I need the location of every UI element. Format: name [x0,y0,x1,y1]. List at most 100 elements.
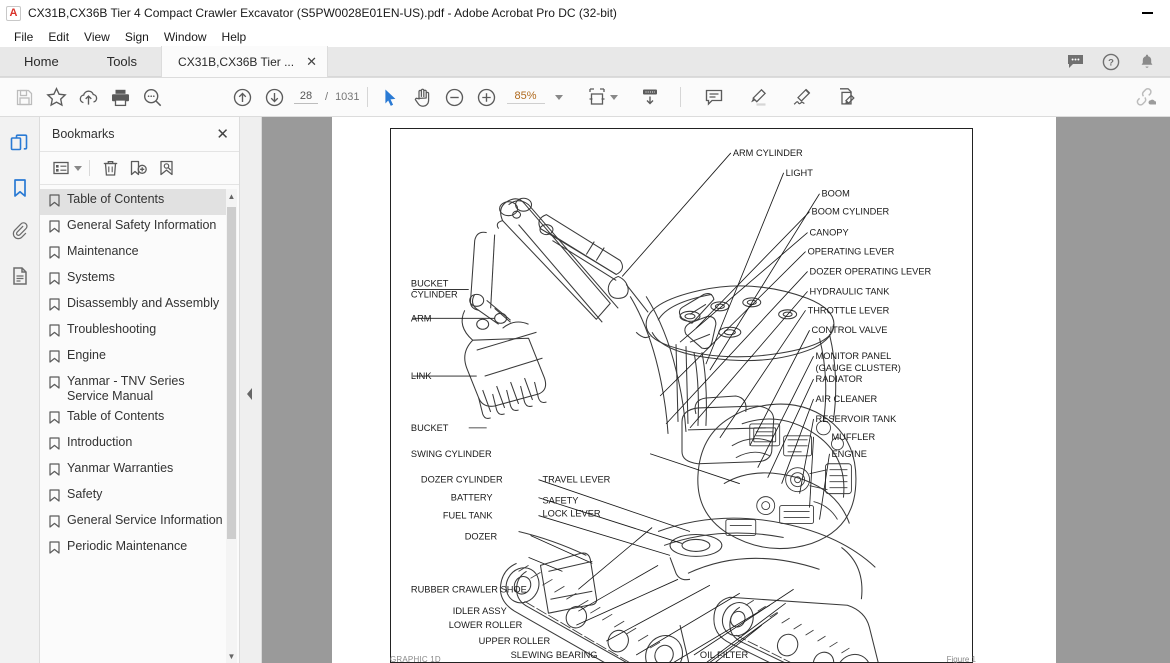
page-navigation: 28 / 1031 [294,90,360,104]
scrollbar-thumb[interactable] [227,207,236,539]
tab-document[interactable]: CX31B,CX36B Tier ... ✕ [161,46,329,77]
bookmark-item[interactable]: Maintenance [40,241,227,267]
figure-frame: ARM CYLINDER LIGHT BOOM BOOM CYLINDER CANOPY… [390,128,973,663]
diagram-callout-label: DOZER CYLINDER [421,475,503,485]
zoom-level-value[interactable]: 85% [506,90,545,104]
bookmark-item[interactable]: Table of Contents [40,189,227,215]
fill-and-sign-icon[interactable] [830,81,862,113]
add-comment-icon[interactable] [698,81,730,113]
bookmark-label: Systems [67,270,115,284]
diagram-callout-label: CANOPY [810,228,849,238]
previous-page-icon[interactable] [226,81,258,113]
diagram-callout-label: SWING CYLINDER [411,449,492,459]
bookmark-item[interactable]: General Safety Information [40,215,227,241]
document-viewer[interactable]: ARM CYLINDER LIGHT BOOM BOOM CYLINDER CANOPY… [240,117,1170,663]
chevron-down-icon[interactable] [554,94,563,100]
edit-bookmark-icon[interactable] [153,155,179,181]
upload-cloud-icon[interactable] [72,81,104,113]
document-tab-label: CX31B,CX36B Tier ... [178,54,295,69]
bookmark-item[interactable]: Troubleshooting [40,319,227,345]
star-icon[interactable] [40,81,72,113]
scroll-mode-icon[interactable] [634,81,666,113]
menu-file[interactable]: File [7,29,41,45]
close-icon[interactable]: ✕ [306,55,317,68]
bookmarks-list: Table of Contents General Safety Informat… [40,185,239,663]
diagram-callout-label: BUCKET [411,423,449,433]
help-question-icon[interactable]: ? [1100,51,1122,73]
bookmark-label: General Service Information [67,513,223,527]
search-icon[interactable] [136,81,168,113]
bookmark-icon [49,220,60,238]
sign-icon[interactable] [786,81,818,113]
diagram-callout-label: LOWER ROLLER [449,620,523,630]
delete-bookmark-icon[interactable] [97,155,123,181]
bookmark-item[interactable]: Safety [40,484,227,510]
page-thumbnails-icon[interactable] [7,131,33,157]
bookmark-item[interactable]: General Service Information [40,510,227,536]
select-cursor-icon[interactable] [375,81,407,113]
diagram-callout-label: SLEWING BEARING [511,650,598,660]
comment-bubble-icon[interactable] [1064,51,1086,73]
bookmark-icon [49,376,60,394]
fit-page-chevron-icon[interactable] [609,94,618,100]
zoom-out-icon[interactable] [439,81,471,113]
menu-window[interactable]: Window [157,29,215,45]
diagram-callout-label: RESERVOIR TANK [816,414,898,424]
tab-tools[interactable]: Tools [83,46,161,77]
chevron-down-icon[interactable] [74,165,82,171]
acrobat-window: A CX31B,CX36B Tier 4 Compact Crawler Exc… [0,0,1170,663]
page-number-input[interactable]: 28 [294,90,318,104]
tab-strip-actions: ? [1064,46,1170,77]
bookmark-item[interactable]: Engine [40,345,227,371]
bookmark-item[interactable]: Introduction [40,432,227,458]
bookmark-item[interactable]: Systems [40,267,227,293]
bookmark-label: Yanmar - TNV Series Service Manual [67,374,185,403]
diagram-callout-label: MUFFLER [831,432,875,442]
hand-tool-icon[interactable] [407,81,439,113]
menu-edit[interactable]: Edit [41,29,77,45]
diagram-callout-label: ARM CYLINDER [733,148,803,158]
scroll-down-icon[interactable]: ▼ [226,649,237,663]
bookmark-item[interactable]: Yanmar - TNV Series Service Manual [40,371,227,406]
save-icon[interactable] [8,81,40,113]
bookmarks-header: Bookmarks ✕ [40,117,239,151]
new-bookmark-icon[interactable] [125,155,151,181]
bookmarks-icon[interactable] [7,175,33,201]
bookmark-item[interactable]: Periodic Maintenance [40,536,227,562]
print-icon[interactable] [104,81,136,113]
scroll-up-icon[interactable]: ▲ [226,189,237,203]
highlight-text-icon[interactable] [742,81,774,113]
diagram-callout-label: TRAVEL LEVER [542,475,610,485]
bookmark-item[interactable]: Disassembly and Assembly [40,293,227,319]
bookmark-label: Introduction [67,435,133,449]
diagram-callout-label: LOCK LEVER [542,509,600,519]
bookmark-options-icon[interactable] [48,155,74,181]
zoom-in-icon[interactable] [471,81,503,113]
close-icon[interactable]: ✕ [216,127,229,142]
page-separator: / [325,91,329,103]
bookmarks-scrollbar[interactable]: ▲ ▼ [226,189,237,663]
menu-bar: File Edit View Sign Window Help [0,26,1170,47]
notification-bell-icon[interactable] [1136,51,1158,73]
diagram-callout-label: AIR CLEANER [816,394,878,404]
menu-view[interactable]: View [77,29,118,45]
tab-home[interactable]: Home [0,46,83,77]
menu-sign[interactable]: Sign [118,29,157,45]
diagram-callout-label: (GAUGE CLUSTER) [816,363,901,373]
diagram-callout-label: HYDRAULIC TANK [810,286,891,296]
toolbar-divider-2 [679,87,681,107]
menu-help[interactable]: Help [215,29,255,45]
next-page-icon[interactable] [258,81,290,113]
share-link-icon[interactable] [1128,81,1160,113]
layers-document-icon[interactable] [7,263,33,289]
minimize-button[interactable] [1125,0,1170,26]
diagram-callout-label: SAFETY [542,496,578,506]
bookmark-item[interactable]: Yanmar Warranties [40,458,227,484]
bookmarks-toolbar [40,151,239,185]
figure-caption: Figure 1 [946,655,976,663]
bookmark-icon [49,246,60,264]
attachments-paperclip-icon[interactable] [7,219,33,245]
collapse-panel-handle[interactable] [245,385,255,403]
bookmark-item[interactable]: Table of Contents [40,406,227,432]
fit-page-icon[interactable] [581,81,613,113]
